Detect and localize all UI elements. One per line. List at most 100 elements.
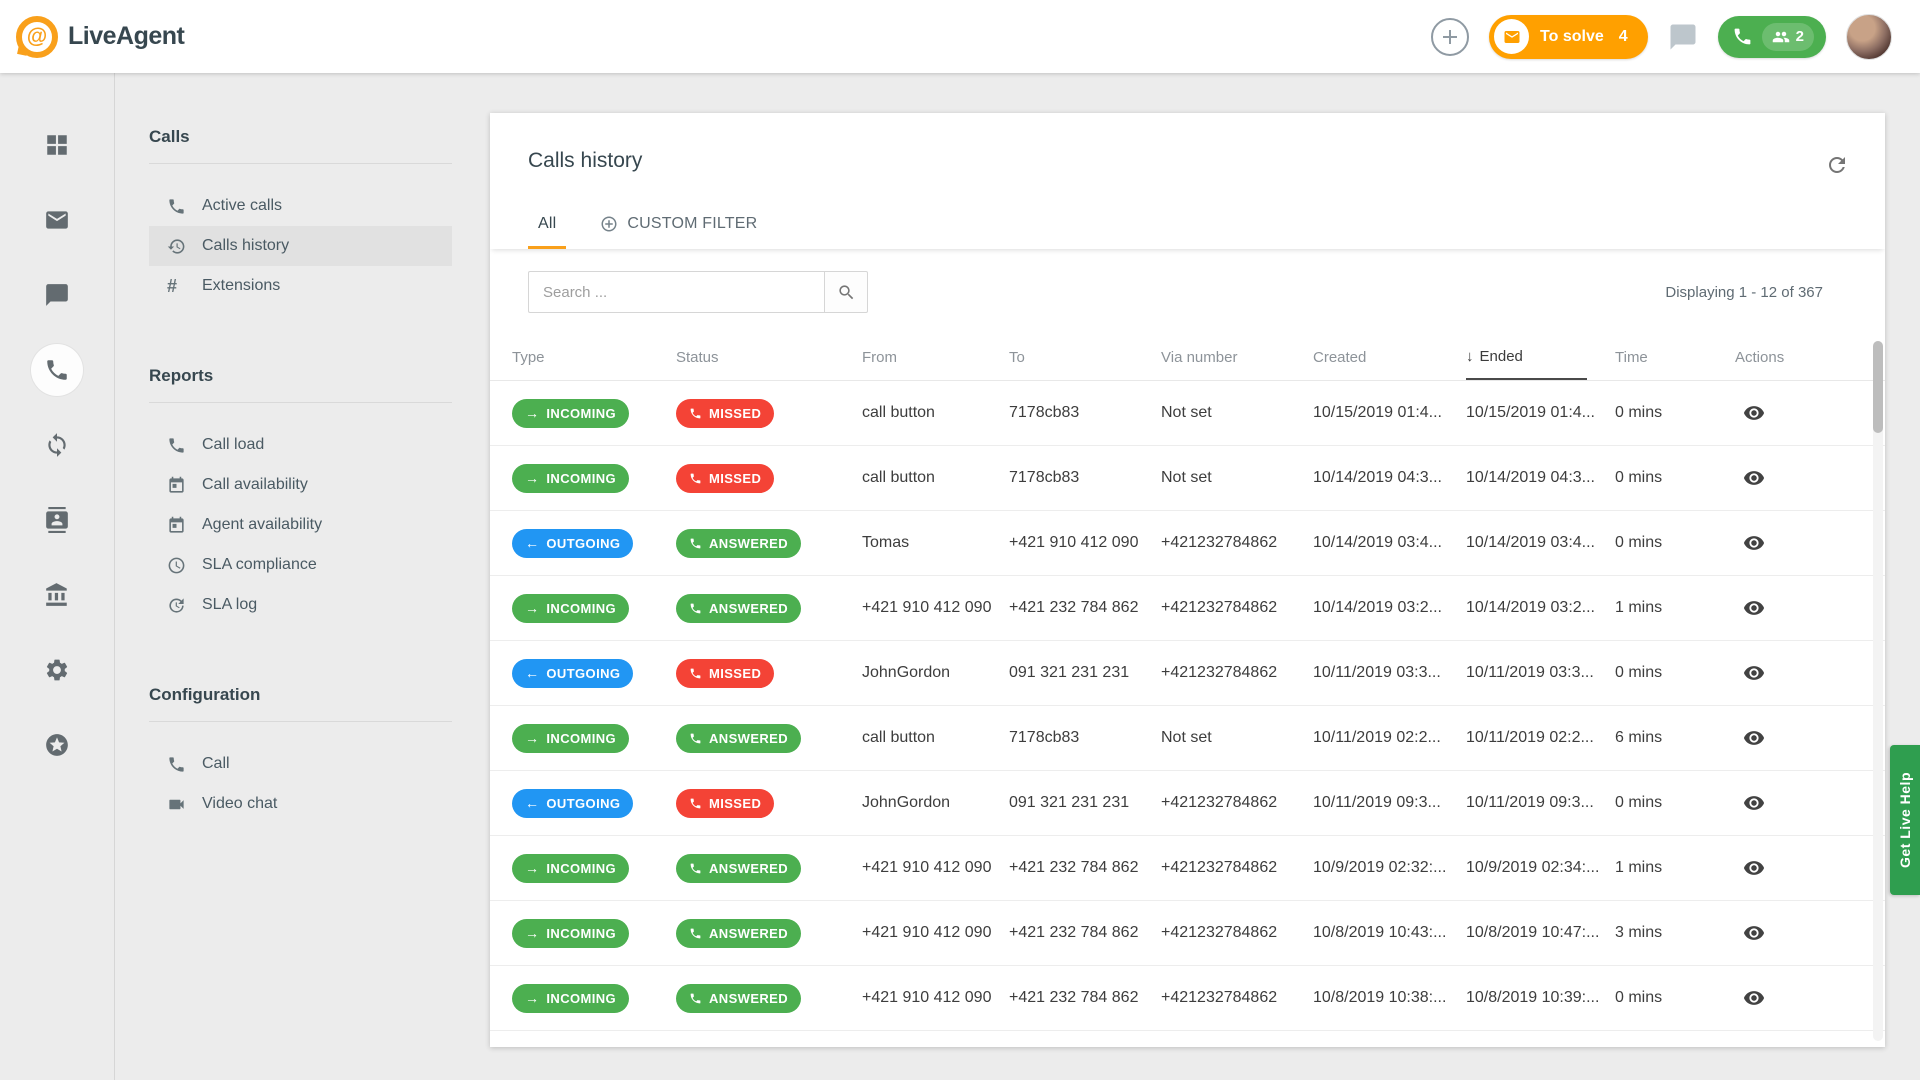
user-avatar[interactable] [1846, 14, 1892, 60]
column-header-from[interactable]: From [862, 335, 1009, 380]
tab-all[interactable]: All [528, 199, 566, 249]
mail-icon[interactable] [31, 194, 83, 246]
scrollbar-thumb[interactable] [1873, 341, 1883, 433]
sidebar-items: CallVideo chat [115, 722, 455, 844]
actions-cell [1735, 662, 1885, 684]
arrow-right-icon: → [525, 860, 539, 876]
from-cell: +421 910 412 090 [862, 989, 1009, 1007]
chat-bubble-icon[interactable] [1668, 22, 1698, 52]
settings-icon[interactable] [31, 644, 83, 696]
group-icon [1772, 28, 1790, 46]
bank-icon[interactable] [31, 569, 83, 621]
sidebar-item-calls-history[interactable]: Calls history [149, 226, 452, 266]
created-cell: 10/8/2019 10:38:... [1313, 989, 1466, 1007]
ended-cell: 10/11/2019 02:2... [1466, 729, 1615, 747]
sync-icon[interactable] [31, 419, 83, 471]
contacts-icon[interactable] [31, 494, 83, 546]
via-number-cell: Not set [1161, 469, 1313, 487]
column-header-type[interactable]: Type [512, 335, 676, 380]
via-number-cell: +421232784862 [1161, 534, 1313, 552]
call-direction-badge: ←OUTGOING [512, 659, 633, 688]
column-header-ended[interactable]: ↓Ended [1466, 335, 1587, 380]
phone-icon [689, 537, 702, 550]
view-call-button[interactable] [1743, 857, 1765, 879]
sidebar-item-video-chat[interactable]: Video chat [149, 784, 452, 824]
column-header-to[interactable]: To [1009, 335, 1161, 380]
ended-cell: 10/15/2019 01:4... [1466, 404, 1615, 422]
get-live-help-tab[interactable]: Get Live Help [1890, 745, 1920, 895]
star-icon[interactable] [31, 719, 83, 771]
via-number-cell: +421232784862 [1161, 989, 1313, 1007]
from-cell: JohnGordon [862, 794, 1009, 812]
sidebar-section-reports: ReportsCall loadCall availabilityAgent a… [115, 366, 455, 645]
sidebar-item-call-availability[interactable]: Call availability [149, 465, 452, 505]
view-call-button[interactable] [1743, 922, 1765, 944]
tab-custom-filter[interactable]: CUSTOM FILTER [590, 199, 767, 249]
sidebar-item-label: SLA compliance [202, 556, 317, 574]
clock-icon [167, 556, 187, 575]
sidebar-item-agent-availability[interactable]: Agent availability [149, 505, 452, 545]
sidebar-item-sla-log[interactable]: SLA log [149, 585, 452, 625]
phone-icon [689, 407, 702, 420]
status-cell: ANSWERED [676, 529, 862, 558]
arrow-right-icon: → [525, 470, 539, 486]
sidebar-item-call[interactable]: Call [149, 744, 452, 784]
dashboard-icon[interactable] [31, 119, 83, 171]
view-call-button[interactable] [1743, 792, 1765, 814]
column-header-actions[interactable]: Actions [1735, 335, 1885, 380]
eye-icon [1743, 467, 1765, 489]
time-cell: 0 mins [1615, 469, 1735, 487]
view-call-button[interactable] [1743, 727, 1765, 749]
calls-widget[interactable]: 2 [1718, 16, 1826, 58]
view-call-button[interactable] [1743, 402, 1765, 424]
view-call-button[interactable] [1743, 597, 1765, 619]
to-cell: +421 910 412 090 [1009, 534, 1161, 552]
column-header-via-number[interactable]: Via number [1161, 335, 1313, 380]
actions-cell [1735, 467, 1885, 489]
column-header-created[interactable]: Created [1313, 335, 1466, 380]
sidebar-item-sla-compliance[interactable]: SLA compliance [149, 545, 452, 585]
to-solve-badge[interactable]: To solve 4 [1489, 15, 1648, 59]
topbar-actions: To solve 4 2 [1431, 14, 1892, 60]
view-call-button[interactable] [1743, 987, 1765, 1009]
table-body: →INCOMINGMISSEDcall button7178cb83Not se… [490, 381, 1885, 1031]
created-cell: 10/14/2019 04:3... [1313, 469, 1466, 487]
refresh-button[interactable] [1825, 153, 1849, 177]
time-cell: 6 mins [1615, 729, 1735, 747]
actions-cell [1735, 987, 1885, 1009]
to-cell: +421 232 784 862 [1009, 989, 1161, 1007]
phone-icon [689, 992, 702, 1005]
brand-logo[interactable]: @ LiveAgent [16, 16, 184, 58]
main-content: Calls history All CUSTOM FILTER [455, 73, 1920, 1080]
phone-icon [167, 436, 187, 455]
type-cell: →INCOMING [512, 919, 676, 948]
call-direction-badge: →INCOMING [512, 724, 629, 753]
time-cell: 1 mins [1615, 859, 1735, 877]
table-row: →INCOMINGANSWERED+421 910 412 090+421 23… [490, 966, 1885, 1031]
search-button[interactable] [824, 271, 868, 313]
view-call-button[interactable] [1743, 662, 1765, 684]
add-new-button[interactable] [1431, 18, 1469, 56]
ended-cell: 10/14/2019 04:3... [1466, 469, 1615, 487]
via-number-cell: Not set [1161, 404, 1313, 422]
sidebar-item-label: Call load [202, 436, 264, 454]
sidebar-item-extensions[interactable]: #Extensions [149, 266, 452, 306]
sidebar-item-active-calls[interactable]: Active calls [149, 186, 452, 226]
chat-icon[interactable] [31, 269, 83, 321]
ended-cell: 10/11/2019 03:3... [1466, 664, 1615, 682]
column-header-time[interactable]: Time [1615, 335, 1735, 380]
arrow-left-icon: ← [525, 535, 539, 551]
time-cell: 1 mins [1615, 599, 1735, 617]
column-header-status[interactable]: Status [676, 335, 862, 380]
calls-history-card: Calls history All CUSTOM FILTER [490, 113, 1885, 1047]
view-call-button[interactable] [1743, 532, 1765, 554]
phone-icon[interactable] [31, 344, 83, 396]
phone-icon [689, 927, 702, 940]
sidebar-item-call-load[interactable]: Call load [149, 425, 452, 465]
sidebar-section-configuration: ConfigurationCallVideo chat [115, 685, 455, 844]
view-call-button[interactable] [1743, 467, 1765, 489]
call-status-badge: MISSED [676, 399, 774, 428]
phone-icon [167, 755, 187, 774]
status-cell: MISSED [676, 399, 862, 428]
search-input[interactable] [528, 271, 824, 313]
